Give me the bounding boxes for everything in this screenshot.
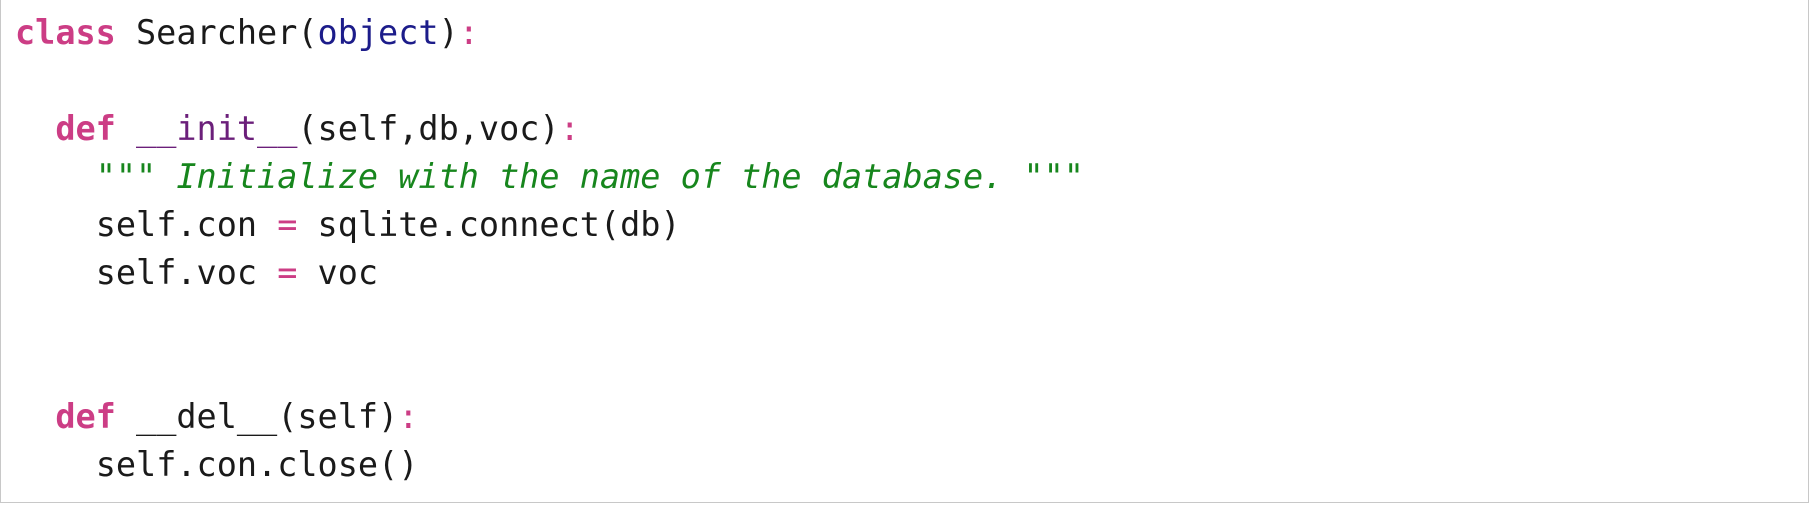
paren-close: ) — [438, 13, 459, 52]
class-name: Searcher( — [115, 13, 318, 52]
code-block: class Searcher(object): def __init__(sel… — [0, 0, 1809, 503]
assign-value: voc — [297, 253, 379, 292]
code-line-voc: self.voc = voc — [15, 249, 1084, 297]
close-call: self.con.close() — [95, 445, 419, 484]
colon: : — [559, 109, 580, 148]
docstring-text: Initialize with the name of the database… — [156, 157, 1024, 196]
code-line-connect: self.con = sqlite.connect(db) — [15, 201, 1084, 249]
method-name-init: __init__ — [136, 109, 298, 148]
docstring-open-quote: """ — [95, 157, 157, 196]
assign-operator: = — [277, 205, 298, 244]
assign-target: self.con — [95, 205, 278, 244]
code-line-init-def: def __init__(self,db,voc): — [15, 105, 1084, 153]
base-class: object — [317, 13, 439, 52]
docstring-close-quote: """ — [1023, 157, 1084, 196]
del-signature: __del__(self) — [115, 397, 399, 436]
code-line-blank — [15, 297, 1084, 345]
code-line-del-def: def __del__(self): — [15, 393, 1084, 441]
keyword-def: def — [55, 397, 116, 436]
init-params: (self,db,voc) — [297, 109, 560, 148]
code-line-docstring: """ Initialize with the name of the data… — [15, 153, 1084, 201]
code-line-class-def: class Searcher(object): — [15, 9, 1084, 57]
keyword-def: def — [55, 109, 116, 148]
code-line-blank — [15, 345, 1084, 393]
code-lines: class Searcher(object): def __init__(sel… — [15, 9, 1084, 489]
colon: : — [398, 397, 419, 436]
keyword-class: class — [15, 13, 116, 52]
assign-operator: = — [277, 253, 298, 292]
assign-value: sqlite.connect(db) — [297, 205, 681, 244]
code-line-blank — [15, 57, 1084, 105]
colon: : — [458, 13, 479, 52]
assign-target: self.voc — [95, 253, 278, 292]
code-line-close: self.con.close() — [15, 441, 1084, 489]
